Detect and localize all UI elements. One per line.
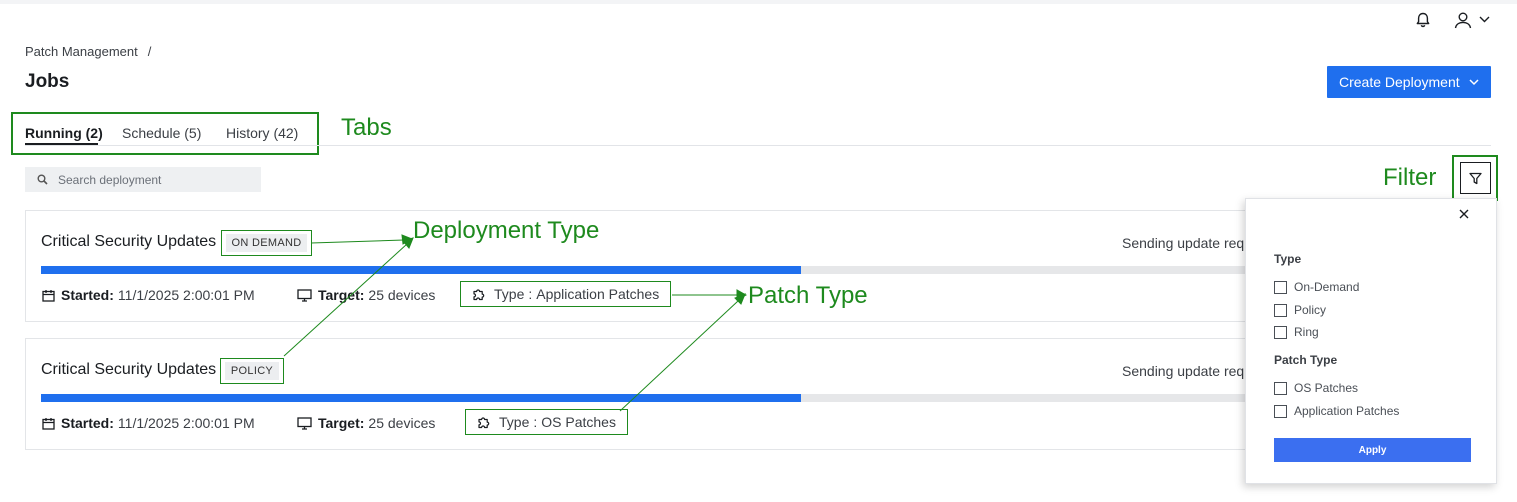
tab-running[interactable]: Running (2) xyxy=(25,125,103,141)
progress-bar xyxy=(41,394,1266,402)
apply-button[interactable]: Apply xyxy=(1274,438,1471,462)
deployment-type-badge: POLICY xyxy=(220,358,284,384)
search-box[interactable] xyxy=(25,167,261,192)
filter-button[interactable] xyxy=(1460,162,1491,194)
filter-option-label: OS Patches xyxy=(1294,381,1359,395)
tab-schedule[interactable]: Schedule (5) xyxy=(122,125,201,141)
checkbox[interactable] xyxy=(1274,381,1287,395)
annotation-filter: Filter xyxy=(1383,164,1437,191)
deployment-type-label: ON DEMAND xyxy=(225,234,308,252)
filter-option-label: Ring xyxy=(1294,325,1319,339)
user-icon[interactable] xyxy=(1453,11,1491,29)
annotation-patch-type: Patch Type xyxy=(748,282,868,309)
annotation-deployment-type: Deployment Type xyxy=(413,217,600,244)
tab-history[interactable]: History (42) xyxy=(226,125,298,141)
annotation-tabs: Tabs xyxy=(341,114,392,141)
filter-patch-type-heading: Patch Type xyxy=(1274,353,1338,367)
calendar-icon xyxy=(42,417,55,430)
filter-option-policy[interactable]: Policy xyxy=(1274,303,1326,317)
deployment-title: Critical Security Updates xyxy=(41,233,217,250)
filter-option-label: Application Patches xyxy=(1294,404,1400,418)
target-value: 25 devices xyxy=(368,415,436,431)
top-bar xyxy=(0,0,1517,4)
patch-type-value: Application Patches xyxy=(536,286,660,302)
calendar-icon xyxy=(42,289,55,302)
close-icon[interactable] xyxy=(1458,208,1470,220)
target-label: Target: xyxy=(318,287,365,303)
search-icon xyxy=(37,174,48,185)
create-deployment-label: Create Deployment xyxy=(1339,74,1460,90)
chevron-down-icon xyxy=(1479,16,1490,23)
target-info: Target: 25 devices xyxy=(297,287,435,303)
started-label: Started: xyxy=(61,287,114,303)
filter-icon xyxy=(1469,172,1482,184)
breadcrumb: Patch Management / xyxy=(25,44,151,59)
monitor-icon xyxy=(297,416,312,430)
patch-type-separator: : xyxy=(533,414,538,430)
filter-option-label: Policy xyxy=(1294,303,1327,317)
page-title: Jobs xyxy=(25,71,70,92)
tabs-divider xyxy=(25,145,1491,146)
patch-type-label: Type xyxy=(494,286,525,302)
progress-fill xyxy=(41,266,801,274)
progress-bar xyxy=(41,266,1266,274)
deployment-status: Sending update requ xyxy=(1122,363,1252,379)
breadcrumb-patch-management[interactable]: Patch Management xyxy=(25,44,138,59)
filter-type-heading: Type xyxy=(1274,252,1302,266)
breadcrumb-separator: / xyxy=(147,44,152,59)
started-label: Started: xyxy=(61,415,114,431)
checkbox[interactable] xyxy=(1274,280,1287,294)
progress-fill xyxy=(41,394,801,402)
started-value: 11/1/2025 2:00:01 PM xyxy=(117,287,255,303)
monitor-icon xyxy=(297,288,312,302)
patch-type-tag: Type: OS Patches xyxy=(465,409,628,435)
checkbox[interactable] xyxy=(1274,303,1287,317)
filter-option-ring[interactable]: Ring xyxy=(1274,325,1319,339)
bell-icon[interactable] xyxy=(1414,11,1432,29)
filter-option-on-demand[interactable]: On-Demand xyxy=(1274,280,1359,294)
checkbox[interactable] xyxy=(1274,404,1287,418)
deployment-card[interactable]: Critical Security Updates POLICY Sending… xyxy=(25,338,1266,450)
deployment-status: Sending update requ xyxy=(1122,235,1252,251)
patch-type-tag: Type: Application Patches xyxy=(460,281,672,307)
deployment-type-badge: ON DEMAND xyxy=(221,230,312,256)
puzzle-icon xyxy=(473,289,485,301)
puzzle-icon xyxy=(478,417,490,429)
deployment-type-label: POLICY xyxy=(224,362,280,380)
deployment-title: Critical Security Updates xyxy=(41,361,217,378)
target-value: 25 devices xyxy=(368,287,436,303)
create-deployment-button[interactable]: Create Deployment xyxy=(1327,66,1491,98)
started-info: Started: 11/1/2025 2:00:01 PM xyxy=(42,415,255,431)
started-value: 11/1/2025 2:00:01 PM xyxy=(117,415,255,431)
target-label: Target: xyxy=(318,415,365,431)
search-input[interactable] xyxy=(58,172,248,187)
filter-panel: Type On-Demand Policy Ring Patch Type OS… xyxy=(1245,198,1497,484)
patch-type-value: OS Patches xyxy=(541,414,616,430)
filter-option-application-patches[interactable]: Application Patches xyxy=(1274,404,1399,418)
patch-type-separator: : xyxy=(528,286,533,302)
deployment-card[interactable]: Critical Security Updates ON DEMAND Send… xyxy=(25,210,1266,322)
filter-option-label: On-Demand xyxy=(1294,280,1360,294)
patch-type-label: Type xyxy=(499,414,530,430)
started-info: Started: 11/1/2025 2:00:01 PM xyxy=(42,287,255,303)
chevron-down-icon xyxy=(1469,79,1479,86)
checkbox[interactable] xyxy=(1274,325,1287,339)
target-info: Target: 25 devices xyxy=(297,415,435,431)
filter-option-os-patches[interactable]: OS Patches xyxy=(1274,381,1358,395)
